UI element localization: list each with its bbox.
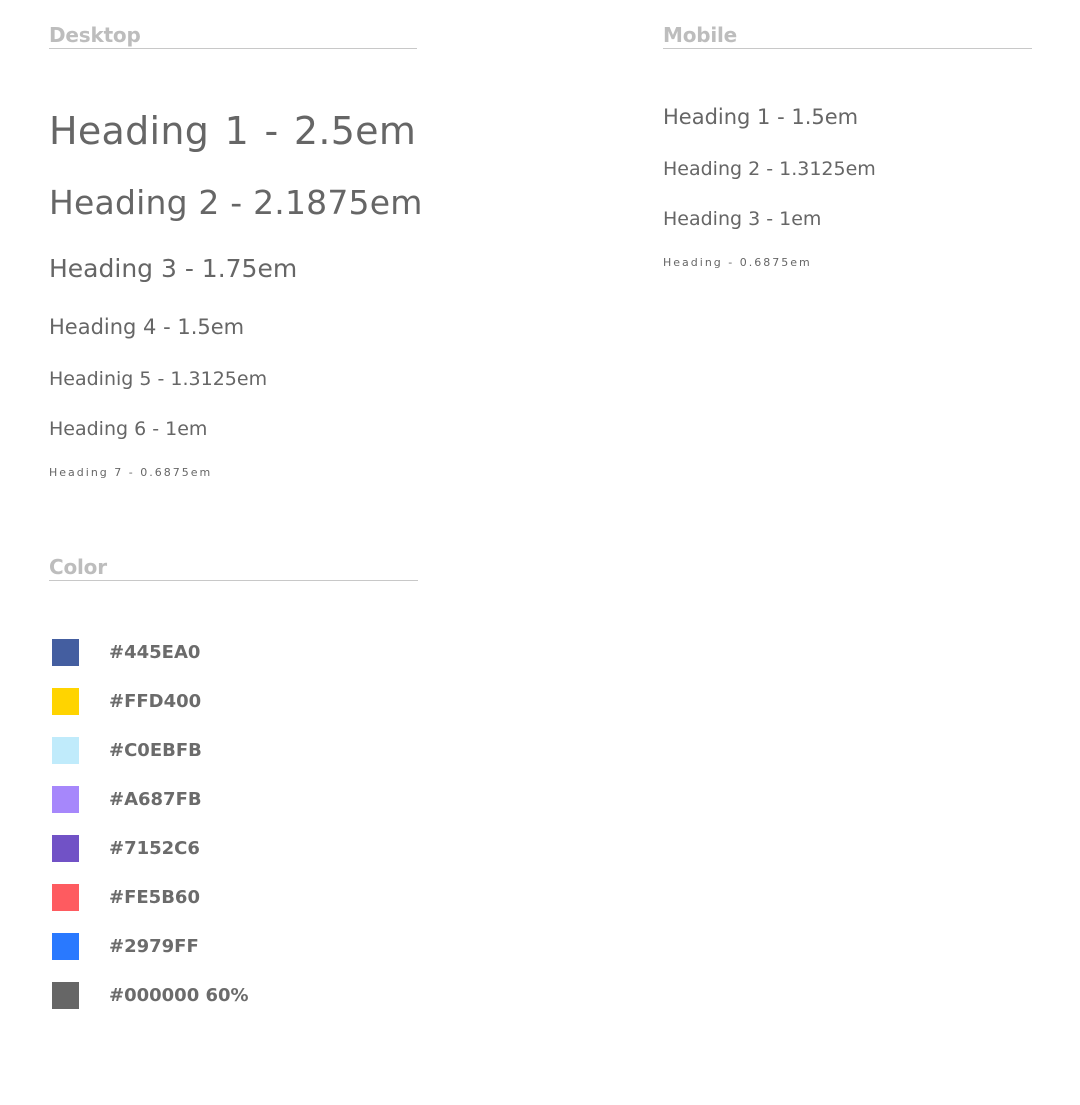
color-swatch <box>52 884 79 911</box>
color-swatch-row: #445EA0 <box>49 639 418 688</box>
color-swatch-label: #2979FF <box>109 936 199 957</box>
color-swatch-row: #000000 60% <box>49 982 418 1031</box>
color-swatch-label: #445EA0 <box>109 642 201 663</box>
color-swatch <box>52 982 79 1009</box>
color-swatch <box>52 737 79 764</box>
mobile-heading-small: Heading - 0.6875em <box>663 256 812 269</box>
desktop-heading-6: Heading 6 - 1em <box>49 418 208 440</box>
color-swatch-label: #A687FB <box>109 789 202 810</box>
desktop-heading-5: Headinig 5 - 1.3125em <box>49 368 268 390</box>
mobile-heading-2: Heading 2 - 1.3125em <box>663 158 876 180</box>
color-swatch-row: #7152C6 <box>49 835 418 884</box>
desktop-heading-7: Heading 7 - 0.6875em <box>49 466 213 479</box>
mobile-heading-1: Heading 1 - 1.5em <box>663 105 859 129</box>
color-swatch <box>52 688 79 715</box>
section-divider <box>49 580 418 581</box>
color-swatch <box>52 786 79 813</box>
section-divider <box>49 48 417 49</box>
color-swatch-row: #FFD400 <box>49 688 418 737</box>
color-swatch-label: #C0EBFB <box>109 740 202 761</box>
color-swatch-row: #2979FF <box>49 933 418 982</box>
mobile-heading-3: Heading 3 - 1em <box>663 208 822 230</box>
color-swatch <box>52 933 79 960</box>
color-section-title: Color <box>49 555 107 579</box>
color-swatch-label: #FE5B60 <box>109 887 200 908</box>
desktop-section: Desktop Heading 1 - 2.5em Heading 2 - 2.… <box>49 23 422 479</box>
color-swatch-row: #C0EBFB <box>49 737 418 786</box>
color-section: Color #445EA0 #FFD400 #C0EBFB #A687FB #7152C… <box>49 555 418 1009</box>
desktop-section-title: Desktop <box>49 23 141 47</box>
desktop-heading-4: Heading 4 - 1.5em <box>49 315 245 339</box>
desktop-heading-2: Heading 2 - 2.1875em <box>49 183 423 222</box>
section-divider <box>663 48 1032 49</box>
desktop-heading-3: Heading 3 - 1.75em <box>49 254 298 283</box>
mobile-section-title: Mobile <box>663 23 738 47</box>
color-swatch-label: #7152C6 <box>109 838 200 859</box>
color-swatch-row: #FE5B60 <box>49 884 418 933</box>
color-swatch-label: #FFD400 <box>109 691 202 712</box>
color-swatch-list: #445EA0 #FFD400 #C0EBFB #A687FB #7152C6 #FE5B… <box>49 639 418 1031</box>
color-swatch-label: #000000 60% <box>109 985 249 1006</box>
color-swatch <box>52 835 79 862</box>
mobile-section: Mobile Heading 1 - 1.5em Heading 2 - 1.3… <box>663 23 1032 269</box>
color-swatch-row: #A687FB <box>49 786 418 835</box>
desktop-heading-1: Heading 1 - 2.5em <box>49 109 417 153</box>
color-swatch <box>52 639 79 666</box>
